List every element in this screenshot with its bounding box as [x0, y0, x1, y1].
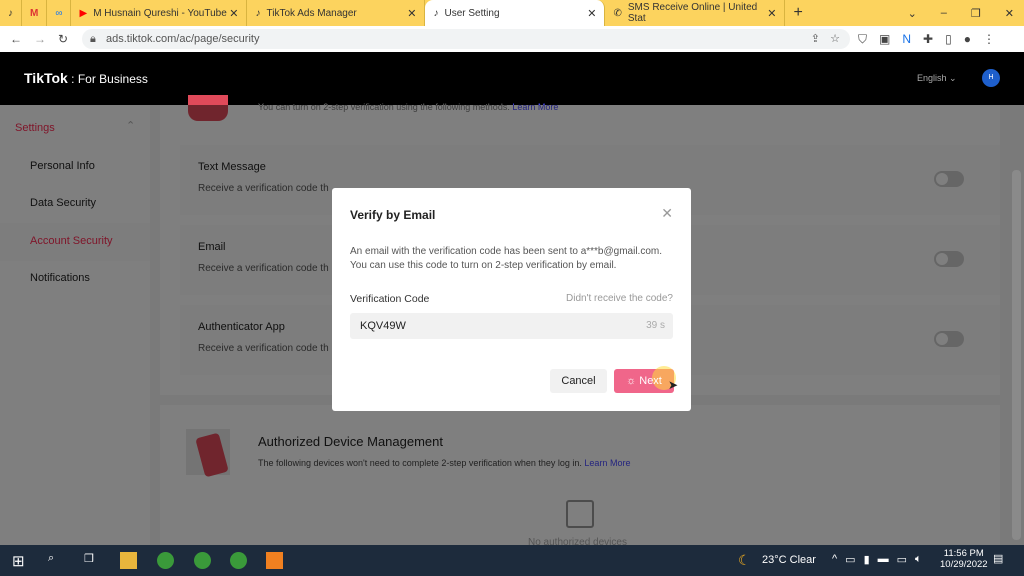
sidepanel-icon[interactable]: ▯	[945, 32, 952, 47]
meta-icon: ∞	[55, 7, 63, 19]
close-icon[interactable]: ✕	[661, 205, 673, 222]
avatar[interactable]: H	[982, 69, 1000, 87]
puzzle-icon[interactable]: ✚	[923, 32, 933, 47]
extensions: ⛉ ▣ N ✚ ▯ ● ⋮	[858, 32, 995, 47]
minimize-icon[interactable]: –	[941, 7, 947, 20]
meet-icon[interactable]: ▭	[845, 553, 855, 566]
forward-icon[interactable]: →	[34, 32, 46, 46]
tab-search-icon[interactable]: ⌄	[908, 7, 917, 20]
tab-youtube[interactable]: ▶ M Husnain Qureshi - YouTube ✕	[71, 0, 248, 26]
verify-email-modal: Verify by Email ✕ An email with the veri…	[332, 188, 691, 411]
notifications-icon[interactable]: ▤	[993, 552, 1003, 565]
file-explorer-icon[interactable]	[120, 552, 137, 569]
windows-start-icon[interactable]: ⊞	[12, 552, 29, 570]
modal-message: An email with the verification code has …	[350, 246, 662, 271]
code-label: Verification Code	[350, 293, 430, 305]
share-icon[interactable]: ⇪	[811, 29, 820, 49]
clock[interactable]: 11:56 PM 10/29/2022	[940, 548, 988, 570]
app-header: TikTok : For Business English ⌄ H	[0, 52, 1024, 105]
tiktok-icon: ♪	[255, 7, 261, 19]
youtube-icon: ▶	[79, 7, 88, 19]
star-icon[interactable]: ☆	[830, 29, 840, 49]
weather[interactable]: 23°C Clear	[762, 554, 816, 566]
tab-user-setting[interactable]: ♪ User Setting ✕	[425, 0, 606, 26]
close-icon[interactable]: ✕	[407, 7, 416, 20]
tab-tiktok[interactable]: ♪	[0, 0, 22, 26]
profile-icon[interactable]: ●	[964, 32, 971, 47]
tab-ads-manager[interactable]: ♪ TikTok Ads Manager ✕	[247, 0, 426, 26]
n-extension-icon[interactable]: N	[902, 32, 911, 47]
system-tray: ^ ▭ ▮ ▬ ▭ 🔈︎	[832, 553, 922, 566]
scrollbar[interactable]	[1012, 170, 1021, 540]
chrome-icon[interactable]	[230, 552, 247, 569]
restore-icon[interactable]: ❐	[971, 7, 981, 20]
chrome-icon[interactable]	[157, 552, 174, 569]
taskbar: ⊞ ⌕ ❒ ☾ 23°C Clear ^ ▭ ▮ ▬ ▭ 🔈︎ 11:56 PM 10/29…	[0, 545, 1024, 576]
gmail-icon: M	[30, 7, 39, 19]
url-field[interactable]: 🔒︎ ads.tiktok.com/ac/page/security ⇪ ☆	[82, 29, 850, 49]
task-view-icon[interactable]: ❒	[84, 552, 101, 569]
extension-icon[interactable]: ▣	[879, 32, 890, 47]
address-bar-row: ← → ↻ 🔒︎ ads.tiktok.com/ac/page/security ⇪ ☆ …	[0, 26, 1024, 52]
language-select[interactable]: English ⌄	[917, 73, 957, 84]
shield-icon[interactable]: ⛉	[858, 32, 867, 47]
close-icon[interactable]: ✕	[587, 7, 596, 20]
close-window-icon[interactable]: ✕	[1005, 7, 1014, 20]
tab-gmail[interactable]: M	[22, 0, 48, 26]
logo[interactable]: TikTok : For Business	[24, 70, 148, 86]
browser-tab-bar: ♪ M ∞ ▶ M Husnain Qureshi - YouTube ✕ ♪ Tik…	[0, 0, 1024, 26]
tiktok-icon: ♪	[433, 7, 439, 19]
chevron-up-icon[interactable]: ^	[832, 553, 837, 566]
tab-meta[interactable]: ∞	[47, 0, 72, 26]
mic-icon[interactable]: ▮	[864, 553, 870, 566]
moon-icon: ☾	[738, 552, 751, 568]
next-label: Next	[639, 375, 662, 387]
app-icon[interactable]	[266, 552, 283, 569]
chrome-icon[interactable]	[194, 552, 211, 569]
menu-icon[interactable]: ⋮	[983, 32, 995, 47]
window-controls: ⌄ – ❐ ✕	[908, 7, 1014, 20]
search-icon[interactable]: ⌕	[48, 552, 65, 569]
phone-icon: ✆	[613, 7, 622, 19]
volume-icon[interactable]: 🔈︎	[915, 553, 922, 566]
back-icon[interactable]: ←	[10, 32, 22, 46]
next-button[interactable]: ☼ Next	[614, 369, 674, 393]
tab-sms-receive[interactable]: ✆ SMS Receive Online | United Stat ✕	[605, 0, 786, 26]
close-icon[interactable]: ✕	[767, 7, 776, 20]
verification-code-input[interactable]: KQV49W 39 s	[350, 313, 673, 339]
lock-icon: 🔒︎	[90, 33, 96, 45]
new-tab-button[interactable]: +	[785, 4, 802, 22]
close-icon[interactable]: ✕	[229, 7, 238, 20]
loading-icon: ☼	[626, 375, 640, 387]
resend-code-link[interactable]: Didn't receive the code?	[566, 293, 673, 304]
modal-title: Verify by Email	[350, 208, 436, 222]
network-icon[interactable]: ▭	[897, 553, 907, 566]
reload-icon[interactable]: ↻	[58, 32, 68, 46]
cancel-button[interactable]: Cancel	[550, 369, 607, 393]
cursor-icon: ➤	[668, 378, 679, 392]
countdown: 39 s	[646, 320, 665, 331]
battery-icon[interactable]: ▬	[878, 553, 889, 566]
tiktok-icon: ♪	[8, 7, 13, 19]
